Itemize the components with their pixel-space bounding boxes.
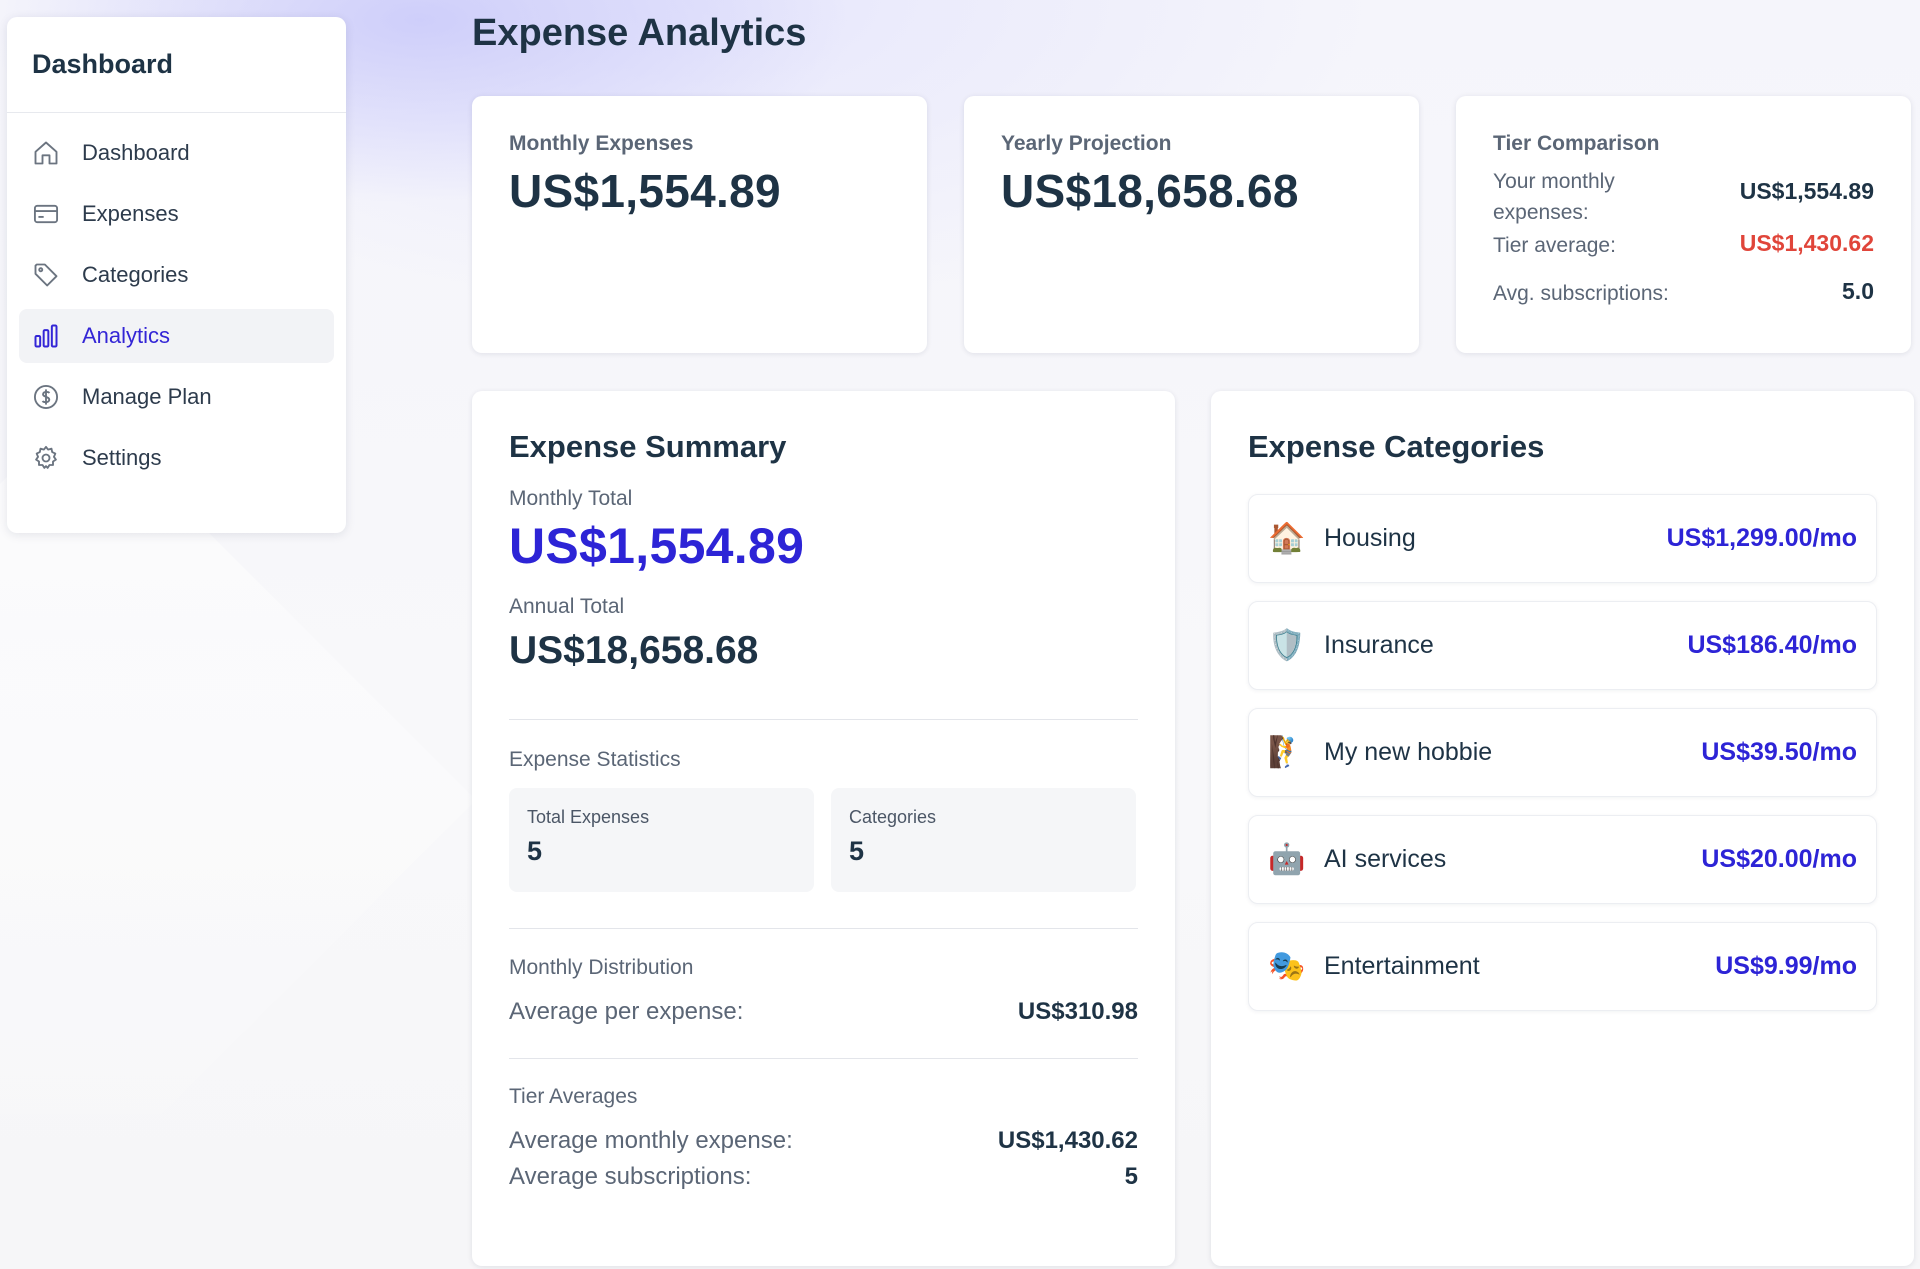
sidebar-item-label: Dashboard (82, 140, 190, 165)
page-title: Expense Analytics (472, 12, 807, 54)
average-monthly-expense-label: Average monthly expense: (509, 1127, 793, 1154)
average-per-expense-value: US$310.98 (1017, 998, 1138, 1025)
bar-chart-icon (32, 322, 60, 350)
house-icon: 🏠 (1268, 521, 1306, 555)
total-expenses-label: Total Expenses (527, 807, 650, 827)
sidebar-item-label: Settings (82, 445, 162, 470)
sidebar-item-label: Manage Plan (82, 384, 212, 409)
gear-icon (32, 444, 60, 472)
climbing-icon: 🧗 (1268, 735, 1306, 769)
expense-summary-card: Expense Summary Monthly Total US$1,554.8… (472, 391, 1175, 1266)
tier-your-label: Your monthly expenses: (1493, 170, 1615, 224)
category-item-entertainment[interactable]: 🎭 Entertainment US$9.99/mo (1248, 922, 1877, 1011)
sidebar-item-manage-plan[interactable]: Manage Plan (19, 370, 334, 424)
sidebar-title: Dashboard (7, 17, 346, 113)
theater-masks-icon: 🎭 (1268, 949, 1306, 983)
average-subscriptions-row: Average subscriptions: 5 (509, 1163, 1138, 1191)
expense-categories-card: Expense Categories 🏠 Housing US$1,299.00… (1211, 391, 1914, 1266)
tier-averages-label: Tier Averages (509, 1085, 638, 1108)
monthly-expenses-label: Monthly Expenses (509, 132, 694, 155)
sidebar-item-expenses[interactable]: Expenses (19, 187, 334, 241)
average-monthly-expense-row: Average monthly expense: US$1,430.62 (509, 1127, 1138, 1155)
tier-subscriptions-row: Avg. subscriptions: 5.0 (1493, 278, 1874, 309)
average-subscriptions-value: 5 (1124, 1163, 1138, 1190)
sidebar-item-label: Categories (82, 262, 189, 287)
sidebar-item-settings[interactable]: Settings (19, 431, 334, 485)
tier-subscriptions-label: Avg. subscriptions: (1493, 282, 1669, 305)
average-monthly-expense-value: US$1,430.62 (997, 1127, 1138, 1154)
monthly-total-value: US$1,554.89 (509, 518, 805, 574)
credit-card-icon (32, 200, 60, 228)
divider (509, 719, 1138, 720)
category-amount: US$39.50/mo (1701, 738, 1857, 766)
annual-total-label: Annual Total (509, 595, 625, 618)
average-per-expense-label: Average per expense: (509, 998, 744, 1025)
category-amount: US$20.00/mo (1701, 845, 1857, 873)
category-item-insurance[interactable]: 🛡️ Insurance US$186.40/mo (1248, 601, 1877, 690)
category-amount: US$9.99/mo (1715, 952, 1857, 980)
categories-count-label: Categories (849, 807, 937, 827)
category-item-hobbie[interactable]: 🧗 My new hobbie US$39.50/mo (1248, 708, 1877, 797)
sidebar-nav: Dashboard Expenses Categories Analytics … (7, 113, 346, 485)
category-item-housing[interactable]: 🏠 Housing US$1,299.00/mo (1248, 494, 1877, 583)
sidebar-item-analytics[interactable]: Analytics (19, 309, 334, 363)
monthly-expenses-card: Monthly Expenses US$1,554.89 (472, 96, 927, 353)
monthly-total-label: Monthly Total (509, 487, 633, 510)
dollar-circle-icon (32, 383, 60, 411)
monthly-distribution-label: Monthly Distribution (509, 956, 694, 979)
tag-icon (32, 261, 60, 289)
home-icon (32, 139, 60, 167)
tier-subscriptions-value: 5.0 (1842, 278, 1874, 304)
expense-statistics-label: Expense Statistics (509, 748, 681, 771)
sidebar-item-label: Expenses (82, 201, 179, 226)
category-item-ai-services[interactable]: 🤖 AI services US$20.00/mo (1248, 815, 1877, 904)
categories-count-box: Categories 5 (831, 788, 1136, 892)
category-name: AI services (1324, 845, 1447, 873)
yearly-projection-value: US$18,658.68 (1001, 165, 1299, 217)
expense-categories-title: Expense Categories (1248, 429, 1545, 464)
total-expenses-box: Total Expenses 5 (509, 788, 814, 892)
sidebar: Dashboard Dashboard Expenses Categories … (7, 17, 346, 533)
category-name: Entertainment (1324, 952, 1480, 980)
category-name: Housing (1324, 524, 1416, 552)
tier-your-row: Your monthly expenses: US$1,554.89 (1493, 166, 1874, 228)
robot-icon: 🤖 (1268, 842, 1306, 876)
shield-icon: 🛡️ (1268, 628, 1306, 662)
sidebar-item-categories[interactable]: Categories (19, 248, 334, 302)
category-amount: US$1,299.00/mo (1666, 524, 1857, 552)
categories-count-value: 5 (849, 836, 865, 866)
tier-comparison-card: Tier Comparison Your monthly expenses: U… (1456, 96, 1911, 353)
average-per-expense-row: Average per expense: US$310.98 (509, 998, 1138, 1026)
category-name: My new hobbie (1324, 738, 1493, 766)
tier-average-value: US$1,430.62 (1739, 230, 1874, 256)
yearly-projection-card: Yearly Projection US$18,658.68 (964, 96, 1419, 353)
monthly-expenses-value: US$1,554.89 (509, 165, 781, 217)
divider (509, 928, 1138, 929)
average-subscriptions-label: Average subscriptions: (509, 1163, 752, 1190)
total-expenses-value: 5 (527, 836, 543, 866)
category-name: Insurance (1324, 631, 1434, 659)
yearly-projection-label: Yearly Projection (1001, 132, 1172, 155)
tier-average-row: Tier average: US$1,430.62 (1493, 230, 1874, 261)
expense-summary-title: Expense Summary (509, 429, 787, 464)
tier-average-label: Tier average: (1493, 234, 1616, 257)
annual-total-value: US$18,658.68 (509, 629, 759, 672)
sidebar-item-dashboard[interactable]: Dashboard (19, 126, 334, 180)
sidebar-item-label: Analytics (82, 323, 171, 348)
divider (509, 1058, 1138, 1059)
tier-comparison-label: Tier Comparison (1493, 132, 1660, 155)
category-amount: US$186.40/mo (1687, 631, 1857, 659)
tier-your-value: US$1,554.89 (1739, 178, 1874, 204)
